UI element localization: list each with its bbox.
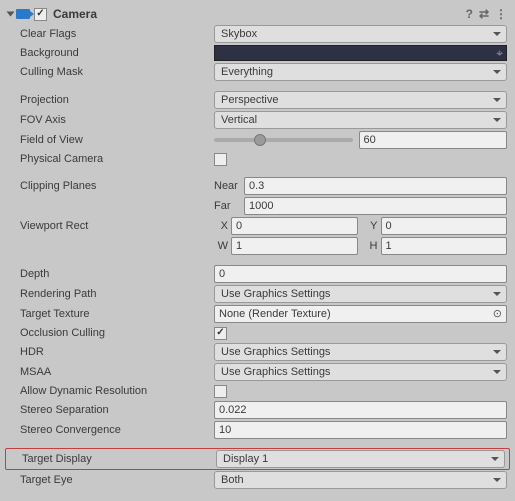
viewport-h-input[interactable]: 1 xyxy=(381,237,508,255)
occlusion-culling-checkbox[interactable] xyxy=(214,327,227,340)
hdr-dropdown[interactable]: Use Graphics Settings xyxy=(214,343,507,361)
projection-label: Projection xyxy=(20,94,214,106)
component-header: Camera ? ⇄ ⋮ xyxy=(4,4,511,24)
clipping-near-input[interactable]: 0.3 xyxy=(244,177,507,195)
msaa-label: MSAA xyxy=(20,366,214,378)
msaa-dropdown[interactable]: Use Graphics Settings xyxy=(214,363,507,381)
far-label: Far xyxy=(214,200,244,212)
target-texture-label: Target Texture xyxy=(20,308,214,320)
hdr-label: HDR xyxy=(20,346,214,358)
target-eye-label: Target Eye xyxy=(20,474,214,486)
target-display-dropdown[interactable]: Display 1 xyxy=(216,450,505,468)
viewport-y-input[interactable]: 0 xyxy=(381,217,508,235)
depth-input[interactable]: 0 xyxy=(214,265,507,283)
allow-dynamic-res-label: Allow Dynamic Resolution xyxy=(20,385,214,397)
viewport-rect-label: Viewport Rect xyxy=(20,220,214,232)
field-of-view-input[interactable]: 60 xyxy=(359,131,508,149)
culling-mask-dropdown[interactable]: Everything xyxy=(214,63,507,81)
occlusion-culling-label: Occlusion Culling xyxy=(20,327,214,339)
clipping-far-input[interactable]: 1000 xyxy=(244,197,507,215)
culling-mask-label: Culling Mask xyxy=(20,66,214,78)
clear-flags-label: Clear Flags xyxy=(20,28,214,40)
slider-thumb[interactable] xyxy=(254,134,266,146)
target-eye-dropdown[interactable]: Both xyxy=(214,471,507,489)
target-display-label: Target Display xyxy=(22,453,216,465)
field-of-view-slider[interactable] xyxy=(214,138,353,142)
context-menu-icon[interactable]: ⋮ xyxy=(495,7,507,21)
camera-icon xyxy=(16,9,30,19)
h-label: H xyxy=(364,240,378,252)
clear-flags-dropdown[interactable]: Skybox xyxy=(214,25,507,43)
projection-dropdown[interactable]: Perspective xyxy=(214,91,507,109)
w-label: W xyxy=(214,240,228,252)
allow-dynamic-res-checkbox[interactable] xyxy=(214,385,227,398)
fov-axis-dropdown[interactable]: Vertical xyxy=(214,111,507,129)
background-label: Background xyxy=(20,47,214,59)
fov-axis-label: FOV Axis xyxy=(20,114,214,126)
y-label: Y xyxy=(364,220,378,232)
background-color-field[interactable] xyxy=(214,45,507,61)
component-title: Camera xyxy=(53,7,466,21)
stereo-separation-label: Stereo Separation xyxy=(20,404,214,416)
foldout-toggle[interactable] xyxy=(7,12,15,17)
rendering-path-label: Rendering Path xyxy=(20,288,214,300)
enable-checkbox[interactable] xyxy=(34,8,47,21)
rendering-path-dropdown[interactable]: Use Graphics Settings xyxy=(214,285,507,303)
viewport-w-input[interactable]: 1 xyxy=(231,237,358,255)
near-label: Near xyxy=(214,180,244,192)
stereo-convergence-label: Stereo Convergence xyxy=(20,424,214,436)
x-label: X xyxy=(214,220,228,232)
viewport-x-input[interactable]: 0 xyxy=(231,217,358,235)
field-of-view-label: Field of View xyxy=(20,134,214,146)
physical-camera-label: Physical Camera xyxy=(20,153,214,165)
presets-icon[interactable]: ⇄ xyxy=(479,7,489,21)
stereo-convergence-input[interactable]: 10 xyxy=(214,421,507,439)
target-texture-field[interactable]: None (Render Texture) xyxy=(214,305,507,323)
stereo-separation-input[interactable]: 0.022 xyxy=(214,401,507,419)
help-icon[interactable]: ? xyxy=(466,7,473,21)
physical-camera-checkbox[interactable] xyxy=(214,153,227,166)
clipping-planes-label: Clipping Planes xyxy=(20,180,214,192)
depth-label: Depth xyxy=(20,268,214,280)
